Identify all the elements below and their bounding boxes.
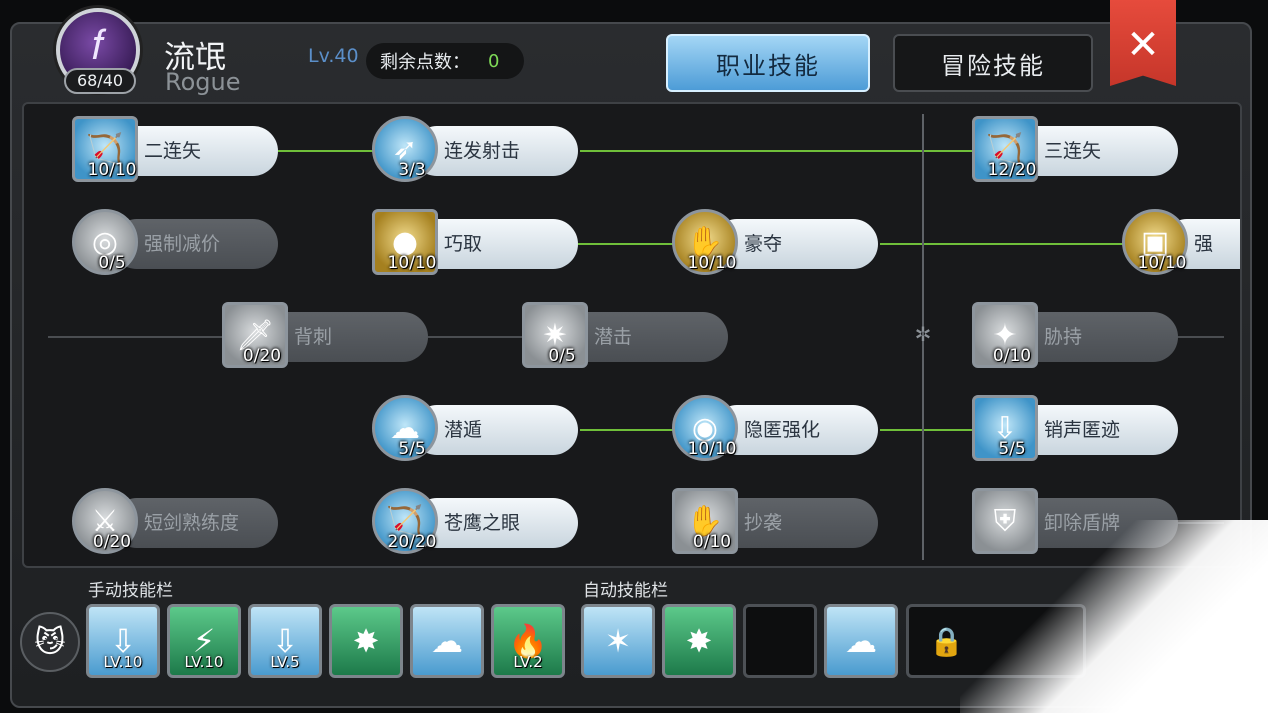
skill-node[interactable]: 短剑熟练度 ⚔ 0/20 (72, 488, 282, 556)
skill-link (580, 150, 976, 152)
skill-node[interactable]: 卸除盾牌 ⛨ (972, 488, 1182, 556)
skill-node[interactable]: 连发射击 ➶ 3/3 (372, 116, 582, 184)
skill-link (428, 336, 528, 338)
skill-node[interactable]: 豪夺 ✋ 10/10 (672, 209, 882, 277)
class-name-en: Rogue (165, 68, 241, 96)
manual-bar-label: 手动技能栏 (88, 581, 173, 601)
slot-level: LV.10 (184, 653, 224, 671)
skill-level: 20/20 (387, 532, 437, 552)
skill-link (578, 243, 678, 245)
skill-level: 5/5 (998, 439, 1026, 459)
skill-level: 0/5 (98, 253, 126, 273)
skill-level: 0/10 (692, 532, 732, 552)
skill-level: 10/10 (1137, 253, 1187, 273)
auto-bar-label: 自动技能栏 (583, 581, 668, 601)
manual-slot-6[interactable]: 🔥 LV.2 (491, 604, 565, 678)
skill-node[interactable]: 强制减价 ◎ 0/5 (72, 209, 282, 277)
skill-level: 10/10 (387, 253, 437, 273)
bow-feather-icon: 𝑓 (91, 20, 105, 69)
manual-slot-2[interactable]: ⚡ LV.10 (167, 604, 241, 678)
shatter-icon: ✶ (604, 622, 632, 660)
skill-tree: ✲ 二连矢 🏹 10/10 连发射击 ➶ 3/3 三连矢 🏹 12/20 强制减… (22, 102, 1242, 568)
skill-node[interactable]: 隐匿强化 ◉ 10/10 (672, 395, 882, 463)
skill-node[interactable]: 强 ▣ 10/10 (1122, 209, 1240, 277)
burst-icon: ✸ (685, 622, 713, 660)
auto-slot-4[interactable]: ☁ (824, 604, 898, 678)
skill-level: 0/20 (92, 532, 132, 552)
skill-level: 0/20 (242, 346, 282, 366)
emote-button[interactable]: 😼 (20, 612, 80, 672)
locked-slot[interactable]: 🔒 (906, 604, 1086, 678)
skill-link (880, 243, 1128, 245)
auto-slot-3-empty[interactable] (743, 604, 817, 678)
skill-node[interactable]: 潜击 ✷ 0/5 (522, 302, 732, 370)
slot-level: LV.5 (270, 653, 300, 671)
remaining-points-label: 剩余点数： (380, 52, 470, 73)
skill-level: 3/3 (398, 160, 426, 180)
auto-slot-1[interactable]: ✶ (581, 604, 655, 678)
skill-level: 12/20 (987, 160, 1037, 180)
skill-level: 10/10 (87, 160, 137, 180)
burst-icon: ✸ (352, 622, 380, 660)
skill-level: 0/10 (992, 346, 1032, 366)
auto-slot-2[interactable]: ✸ (662, 604, 736, 678)
skill-level: 10/10 (687, 439, 737, 459)
remaining-points: 剩余点数： 0 (366, 43, 524, 79)
skill-node[interactable]: 潜遁 ☁ 5/5 (372, 395, 582, 463)
divider-ornament-icon: ✲ (914, 322, 932, 346)
tab-adventure-skills[interactable]: 冒险技能 (893, 34, 1093, 92)
manual-slot-4[interactable]: ✸ (329, 604, 403, 678)
skill-level: 5/5 (398, 439, 426, 459)
skill-node[interactable]: 巧取 ● 10/10 (372, 209, 582, 277)
class-points-badge: 68/40 (64, 68, 136, 94)
close-button[interactable]: ✕ (1110, 0, 1176, 86)
cat-face-icon: 😼 (34, 624, 66, 660)
skill-node[interactable]: 三连矢 🏹 12/20 (972, 116, 1182, 184)
skill-node[interactable]: 销声匿迹 ⇩ 5/5 (972, 395, 1182, 463)
slot-level: LV.10 (103, 653, 143, 671)
skill-node[interactable]: 苍鹰之眼 🏹 20/20 (372, 488, 582, 556)
skill-node[interactable]: 背刺 🗡 0/20 (222, 302, 432, 370)
strip-shield-icon: ⛨ (972, 488, 1038, 554)
manual-slot-5[interactable]: ☁ (410, 604, 484, 678)
slot-level: LV.2 (513, 653, 543, 671)
skill-node[interactable]: 抄袭 ✋ 0/10 (672, 488, 882, 556)
skill-link (48, 336, 228, 338)
manual-slot-1[interactable]: ⇩ LV.10 (86, 604, 160, 678)
character-level: Lv.40 (308, 45, 359, 67)
skill-level: 10/10 (687, 253, 737, 273)
manual-slot-3[interactable]: ⇩ LV.5 (248, 604, 322, 678)
skill-level: 0/5 (548, 346, 576, 366)
skill-node[interactable]: 二连矢 🏹 10/10 (72, 116, 282, 184)
skill-link (880, 429, 976, 431)
close-icon: ✕ (1126, 22, 1160, 68)
hide-icon: ☁ (431, 622, 463, 660)
lock-icon: 🔒 (929, 624, 964, 658)
remaining-points-value: 0 (488, 50, 500, 72)
hide-icon: ☁ (845, 622, 877, 660)
tab-job-skills[interactable]: 职业技能 (666, 34, 870, 92)
skill-link (278, 150, 378, 152)
skill-link (580, 429, 680, 431)
skill-node[interactable]: 胁持 ✦ 0/10 (972, 302, 1182, 370)
